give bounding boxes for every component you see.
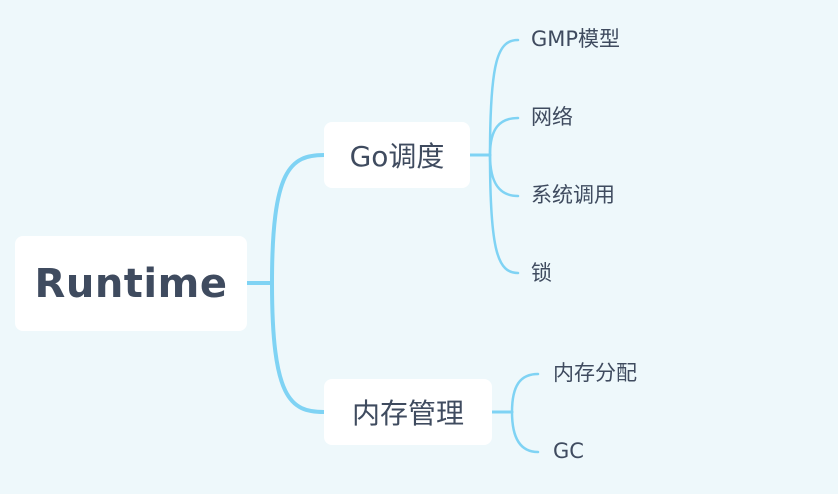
topic-memory-management-label: 内存管理 <box>351 397 464 430</box>
subtopic-syscall[interactable]: 系统调用 <box>531 185 615 206</box>
topic-memory-management[interactable]: 内存管理 <box>324 379 492 445</box>
root-topic-label: Runtime <box>34 260 228 307</box>
connector-go-net <box>488 116 520 157</box>
connector-root-go <box>270 153 326 285</box>
topic-go-scheduling-label: Go调度 <box>349 140 445 173</box>
topic-go-scheduling[interactable]: Go调度 <box>324 122 470 188</box>
subtopic-lock[interactable]: 锁 <box>531 263 552 284</box>
subtopic-network[interactable]: 网络 <box>531 107 573 128</box>
subtopic-gc[interactable]: GC <box>553 441 584 462</box>
connector-mem-gc <box>510 410 540 454</box>
subtopic-gmp-model[interactable]: GMP模型 <box>531 29 620 50</box>
connector-go-lock <box>488 153 520 275</box>
connector-root-mem <box>270 281 326 414</box>
connector-go-syscall <box>488 153 520 198</box>
subtopic-memory-allocation[interactable]: 内存分配 <box>553 363 637 384</box>
connector-mem-alloc <box>510 372 540 414</box>
connector-go-gmp <box>488 38 520 157</box>
mindmap-canvas: Runtime Go调度 内存管理 GMP模型 网络 系统调用 锁 内存分配 G… <box>0 0 838 494</box>
root-topic[interactable]: Runtime <box>15 236 247 331</box>
